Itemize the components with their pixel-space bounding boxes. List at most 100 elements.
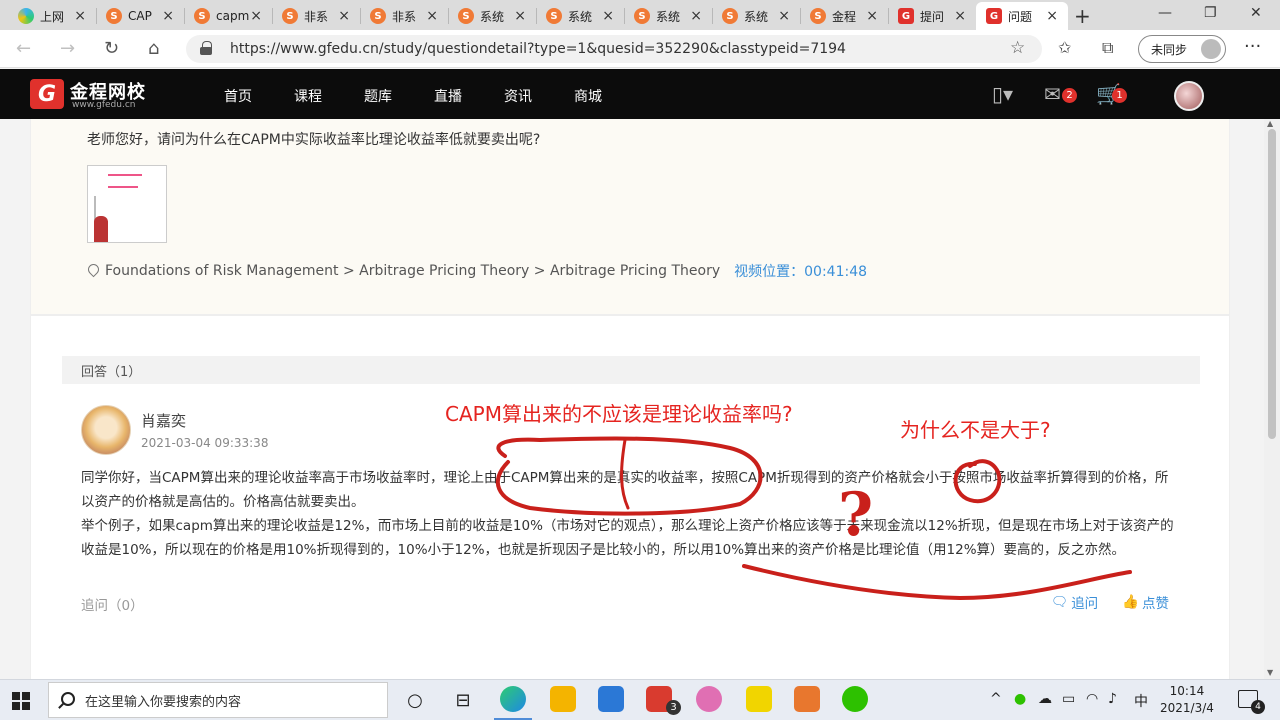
answer-actions: 🗨 追问 👍 点赞: [1051, 592, 1169, 612]
answer-paragraph: 举个例子，如果capm算出来的理论收益是12%，而市场上目前的收益是10%（市场…: [81, 518, 1174, 558]
site-logo-icon[interactable]: G: [30, 79, 64, 109]
ime-indicator[interactable]: 中: [1134, 691, 1148, 711]
scroll-up-icon[interactable]: ▲: [1267, 119, 1273, 128]
cart-badge: 1: [1112, 88, 1127, 103]
browser-tab[interactable]: S CAP ×: [96, 2, 184, 30]
tab-close-icon[interactable]: ×: [338, 8, 350, 24]
site-header: G 金程网校 www.gfedu.cn 首页 课程 题库 直播 资讯 商城 ▯▾…: [0, 69, 1280, 119]
maximize-button[interactable]: ❐: [1204, 5, 1217, 21]
browser-tab[interactable]: S 系统 ×: [624, 2, 712, 30]
location-pin-icon: [87, 264, 99, 278]
mobile-app-icon[interactable]: ▯▾: [992, 82, 1013, 106]
home-button[interactable]: ⌂: [148, 38, 159, 59]
knowledge-breadcrumb: Foundations of Risk Management > Arbitra…: [87, 261, 867, 281]
browser-tab-active[interactable]: G 问题 ×: [976, 2, 1068, 30]
tab-close-icon[interactable]: ×: [954, 8, 966, 24]
annotation-note-theoretical: CAPM算出来的不应该是理论收益率吗?: [445, 402, 793, 426]
edge-taskbar-icon[interactable]: [500, 686, 526, 712]
browser-tab[interactable]: S capm ×: [184, 2, 272, 30]
url-field[interactable]: https://www.gfedu.cn/study/questiondetai…: [186, 35, 1042, 63]
video-position-link[interactable]: 视频位置：00:41:48: [734, 261, 867, 281]
cloud-icon[interactable]: ☁: [1038, 691, 1052, 707]
browser-tab[interactable]: S 金程 ×: [800, 2, 888, 30]
forward-button[interactable]: →: [60, 38, 75, 59]
tab-close-icon[interactable]: ×: [778, 8, 790, 24]
tab-close-icon[interactable]: ×: [866, 8, 878, 24]
tab-close-icon[interactable]: ×: [602, 8, 614, 24]
wechat-icon[interactable]: [842, 686, 868, 712]
notification-center-icon[interactable]: 4: [1238, 690, 1265, 714]
followup-button[interactable]: 🗨 追问: [1051, 592, 1098, 612]
nav-question-bank[interactable]: 题库: [364, 86, 392, 106]
scroll-down-icon[interactable]: ▼: [1267, 668, 1273, 677]
lock-icon[interactable]: [200, 41, 212, 55]
question-screenshot-thumbnail[interactable]: [87, 165, 167, 243]
tab-close-icon[interactable]: ×: [690, 8, 702, 24]
annotation-note-greater: 为什么不是大于?: [900, 418, 1051, 442]
nav-courses[interactable]: 课程: [294, 86, 322, 106]
wifi-icon[interactable]: ◠: [1086, 691, 1098, 707]
address-bar-row: ← → ↻ ⌂ https://www.gfedu.cn/study/quest…: [0, 30, 1280, 68]
tab-close-icon[interactable]: ×: [74, 8, 86, 24]
sticky-notes-icon[interactable]: [746, 686, 772, 712]
volume-icon[interactable]: ♪: [1108, 691, 1117, 707]
s-site-icon: S: [546, 8, 562, 24]
profile-avatar: [1201, 39, 1221, 59]
answers-header: 回答（1）: [62, 356, 1200, 384]
tab-close-icon[interactable]: ×: [1046, 8, 1058, 24]
close-window-button[interactable]: ✕: [1250, 5, 1262, 21]
breadcrumb-path[interactable]: Foundations of Risk Management > Arbitra…: [105, 263, 720, 279]
nav-live[interactable]: 直播: [434, 86, 462, 106]
battery-icon[interactable]: ▭: [1062, 691, 1075, 707]
answerer-avatar: [81, 405, 131, 455]
followup-count[interactable]: 追问（0）: [81, 594, 144, 614]
system-clock[interactable]: 10:14 2021/3/4: [1160, 683, 1214, 717]
wechat-tray-icon[interactable]: ●: [1014, 691, 1026, 707]
browser-tab[interactable]: S 系统 ×: [448, 2, 536, 30]
add-favorite-icon[interactable]: ☆: [1010, 38, 1025, 58]
mindmap-app-icon[interactable]: [696, 686, 722, 712]
powerpoint-icon[interactable]: [794, 686, 820, 712]
question-text: 老师您好，请问为什么在CAPM中实际收益率比理论收益率低就要卖出呢?: [87, 132, 541, 148]
nav-home[interactable]: 首页: [224, 86, 252, 106]
s-site-icon: S: [194, 8, 210, 24]
back-button[interactable]: ←: [16, 38, 31, 59]
taskbar-search-box[interactable]: 在这里输入你要搜索的内容: [48, 682, 388, 718]
tab-close-icon[interactable]: ×: [250, 8, 262, 24]
browser-tab-bar: 上网 × S CAP × S capm × S 非系 × S 非系 × S 系统…: [0, 0, 1280, 30]
browser-tab[interactable]: S 非系 ×: [360, 2, 448, 30]
like-button[interactable]: 👍 点赞: [1122, 592, 1169, 612]
cortana-icon[interactable]: ○: [402, 687, 428, 713]
collections-icon[interactable]: ⧉: [1102, 38, 1113, 58]
vertical-scrollbar[interactable]: ▲ ▼: [1264, 119, 1280, 679]
tab-close-icon[interactable]: ×: [162, 8, 174, 24]
answer-body: 同学你好，当CAPM算出来的理论收益率高于市场收益率时，理论上由于CAPM算出来…: [81, 466, 1181, 562]
tab-close-icon[interactable]: ×: [426, 8, 438, 24]
windows-taskbar: 在这里输入你要搜索的内容 ○ ⊟ 3 ^ ● ☁ ▭ ◠ ♪ 中 10:14 2…: [0, 679, 1280, 720]
gfedu-icon: G: [986, 8, 1002, 24]
minimize-button[interactable]: —: [1158, 5, 1172, 21]
browser-tab[interactable]: S 系统 ×: [536, 2, 624, 30]
browser-tab[interactable]: S 系统 ×: [712, 2, 800, 30]
tab-close-icon[interactable]: ×: [514, 8, 526, 24]
task-view-icon[interactable]: ⊟: [450, 687, 476, 713]
nav-news[interactable]: 资讯: [504, 86, 532, 106]
profile-sync-button[interactable]: 未同步: [1138, 35, 1226, 63]
url-text[interactable]: https://www.gfedu.cn/study/questiondetai…: [230, 41, 846, 57]
user-avatar[interactable]: [1174, 81, 1204, 111]
refresh-button[interactable]: ↻: [104, 38, 119, 59]
new-tab-button[interactable]: +: [1074, 4, 1091, 28]
browser-tab[interactable]: S 非系 ×: [272, 2, 360, 30]
nav-shop[interactable]: 商城: [574, 86, 602, 106]
browser-tab[interactable]: 上网 ×: [8, 2, 96, 30]
browser-tab[interactable]: G 提问 ×: [888, 2, 976, 30]
s-site-icon: S: [810, 8, 826, 24]
more-menu-button[interactable]: ···: [1244, 36, 1261, 57]
windows-start-icon[interactable]: [12, 692, 30, 710]
scrollbar-thumb[interactable]: [1268, 129, 1276, 439]
file-explorer-icon[interactable]: [550, 686, 576, 712]
tray-expand-icon[interactable]: ^: [990, 691, 1002, 707]
favorites-icon[interactable]: ✩: [1058, 38, 1071, 57]
mail-icon[interactable]: ✉: [1044, 82, 1061, 106]
mail-app-icon[interactable]: [598, 686, 624, 712]
